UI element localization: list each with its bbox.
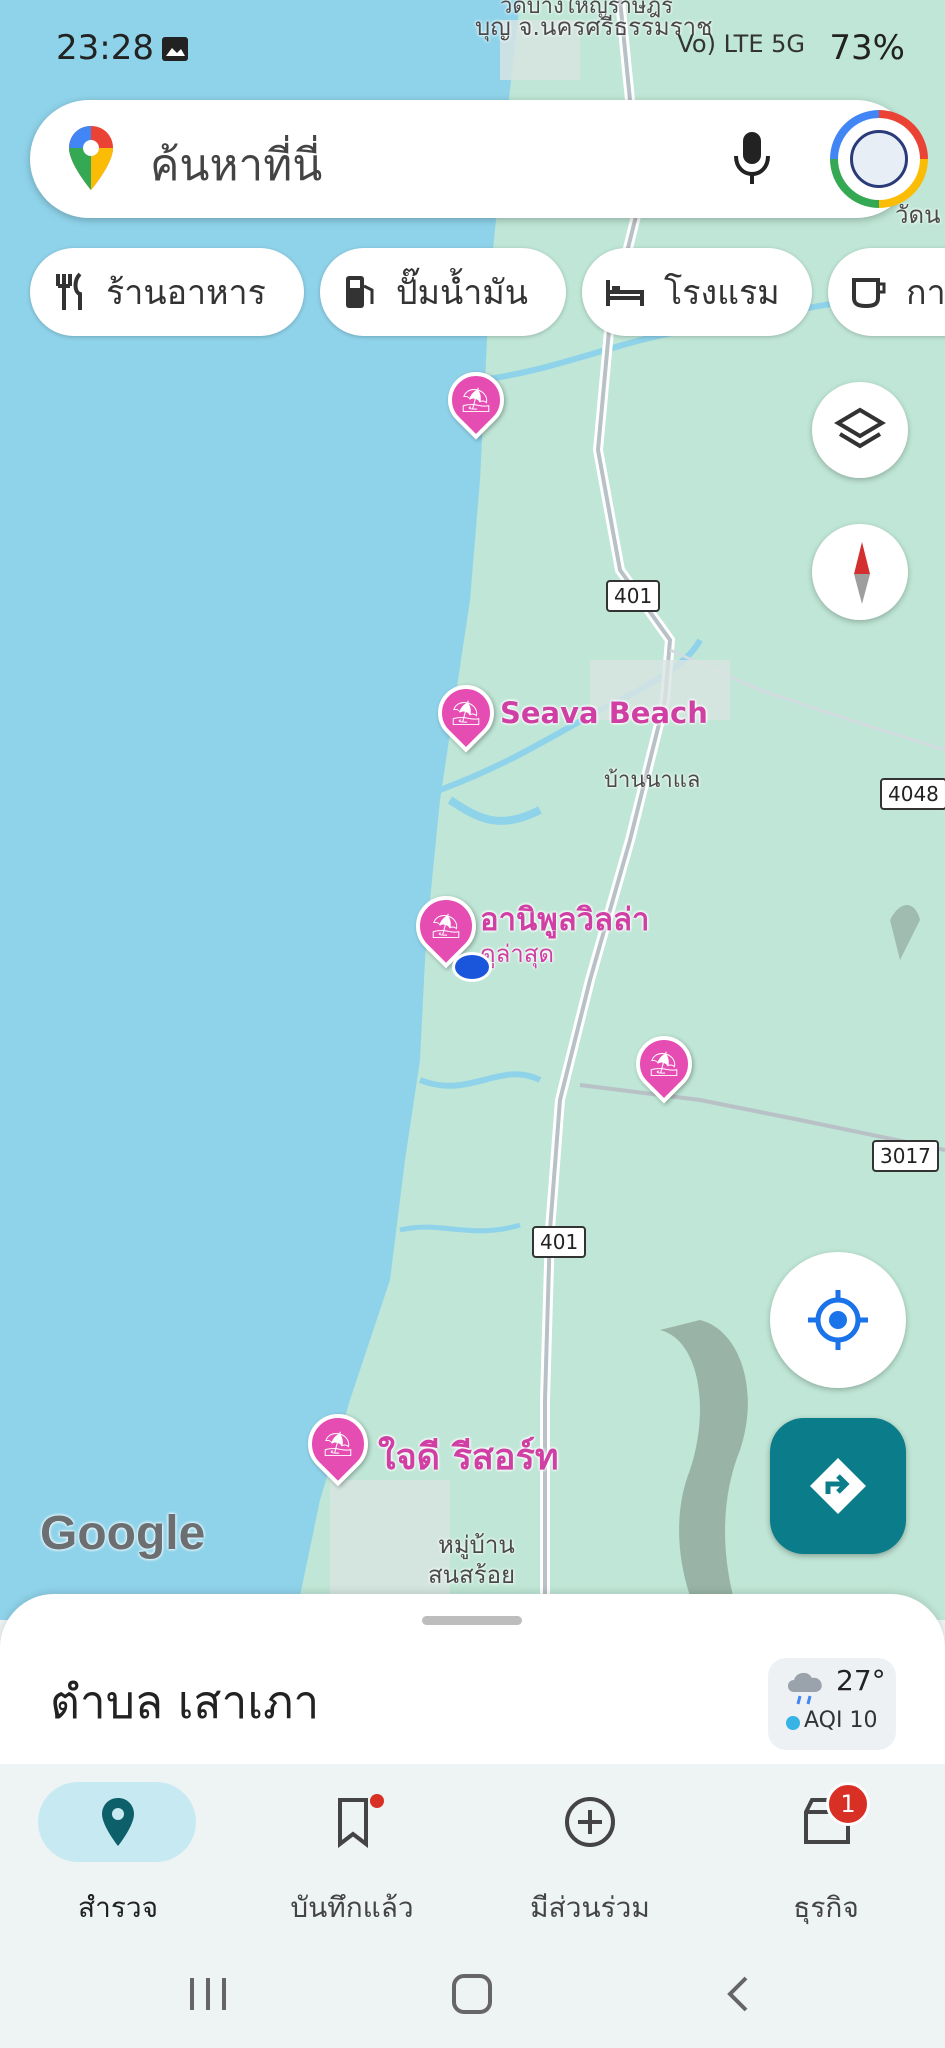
- jaidee-resort-label[interactable]: ใจดี รีสอร์ท: [378, 1428, 559, 1485]
- status-signal: Vo) LTE 5G: [677, 30, 805, 58]
- chip-hotel[interactable]: โรงแรม: [582, 248, 812, 336]
- map-label-ban-na-lae[interactable]: บ้านนาแล: [604, 766, 700, 796]
- account-avatar[interactable]: [830, 110, 928, 208]
- category-chips: ร้านอาหาร ปั๊มน้ำมัน โรงแรม กา: [0, 248, 945, 338]
- umbrella-icon: ⛱: [648, 1050, 680, 1078]
- place-title: ตำบล เสาเภา: [50, 1675, 320, 1729]
- hotel-icon: [606, 280, 644, 306]
- current-location-dot: [452, 952, 492, 982]
- compass-icon: [854, 542, 870, 604]
- back-icon[interactable]: [720, 1974, 756, 2014]
- nav-business[interactable]: 1 ธุรกิจ: [726, 1782, 926, 1932]
- directions-button[interactable]: [770, 1418, 906, 1554]
- nav-explore[interactable]: สำรวจ: [18, 1782, 218, 1932]
- image-icon: [162, 37, 188, 61]
- my-location-button[interactable]: [770, 1252, 906, 1388]
- search-bar[interactable]: ค้นหาที่นี่: [30, 100, 928, 218]
- mic-icon[interactable]: [730, 128, 774, 188]
- route-401-shield-south: 401: [532, 1226, 587, 1258]
- bottom-sheet[interactable]: ตำบล เสาเภา 27° AQI 10: [0, 1594, 945, 1764]
- maps-pin-logo-icon: [69, 126, 113, 190]
- chip-coffee[interactable]: กา: [828, 248, 945, 336]
- layers-icon: [834, 407, 886, 449]
- umbrella-icon: ⛱: [430, 912, 462, 940]
- layers-button[interactable]: [812, 382, 908, 478]
- status-battery: 73%: [829, 28, 905, 68]
- nav-label: บันทึกแล้ว: [290, 1891, 414, 1924]
- home-icon[interactable]: [450, 1972, 494, 2016]
- umbrella-icon: ⛱: [450, 699, 482, 727]
- nav-saved[interactable]: บันทึกแล้ว: [252, 1782, 452, 1932]
- weather-temp: 27°: [836, 1664, 886, 1697]
- gas-station-icon: [346, 276, 374, 308]
- add-circle-icon: [565, 1797, 615, 1847]
- umbrella-icon: ⛱: [322, 1430, 354, 1458]
- nav-label: สำรวจ: [78, 1891, 158, 1924]
- route-4048-shield: 4048: [880, 778, 945, 810]
- weather-badge[interactable]: 27° AQI 10: [768, 1658, 896, 1750]
- search-input[interactable]: ค้นหาที่นี่: [150, 130, 322, 200]
- route-3017-shield: 3017: [872, 1140, 939, 1172]
- chip-label: กา: [906, 273, 945, 313]
- bottom-navigation: สำรวจ บันทึกแล้ว มีส่วนร่วม 1 ธุรกิจ: [0, 1764, 945, 1934]
- explore-pin-icon: [102, 1798, 134, 1846]
- nav-label: มีส่วนร่วม: [530, 1891, 650, 1924]
- google-logo: Google: [40, 1507, 206, 1560]
- chip-restaurant[interactable]: ร้านอาหาร: [30, 248, 304, 336]
- map-label-temple-right[interactable]: วัดน: [895, 200, 940, 230]
- aqi-dot-icon: [786, 1716, 800, 1730]
- seava-beach-label[interactable]: Seava Beach: [500, 696, 708, 730]
- chip-label: โรงแรม: [664, 273, 780, 313]
- chip-label: ปั๊มน้ำมัน: [396, 273, 528, 313]
- route-401-shield-north: 401: [606, 580, 661, 612]
- directions-icon: [810, 1458, 866, 1514]
- map-label-village-sub[interactable]: สนสร้อย: [428, 1560, 515, 1590]
- bookmark-icon: [338, 1798, 368, 1848]
- aqi-value: AQI 10: [804, 1708, 878, 1733]
- crosshair-icon: [808, 1290, 868, 1350]
- compass-button[interactable]: [812, 524, 908, 620]
- map-view[interactable]: วัดบางใหญ่ราษฎร์ บุญ จ.นครศรีธรรมราช วัด…: [0, 0, 945, 1620]
- nav-label: ธุรกิจ: [793, 1891, 859, 1924]
- sheet-drag-handle[interactable]: [422, 1616, 522, 1625]
- nav-contribute[interactable]: มีส่วนร่วม: [490, 1782, 690, 1932]
- status-bar: 23:28 Vo) LTE 5G 73%: [0, 0, 945, 100]
- notification-dot: [370, 1794, 384, 1808]
- umbrella-icon: ⛱: [460, 386, 492, 414]
- status-time: 23:28: [56, 28, 154, 68]
- business-badge: 1: [826, 1782, 870, 1826]
- map-label-village[interactable]: หมู่บ้าน: [438, 1530, 515, 1560]
- coffee-icon: [852, 278, 886, 309]
- chip-label: ร้านอาหาร: [106, 273, 266, 313]
- recent-apps-icon[interactable]: [186, 1974, 230, 2014]
- chip-gas[interactable]: ปั๊มน้ำมัน: [320, 248, 566, 336]
- system-navigation-bar: [0, 1934, 945, 2048]
- restaurant-icon: [56, 272, 82, 310]
- cloud-rain-icon: [788, 1672, 822, 1705]
